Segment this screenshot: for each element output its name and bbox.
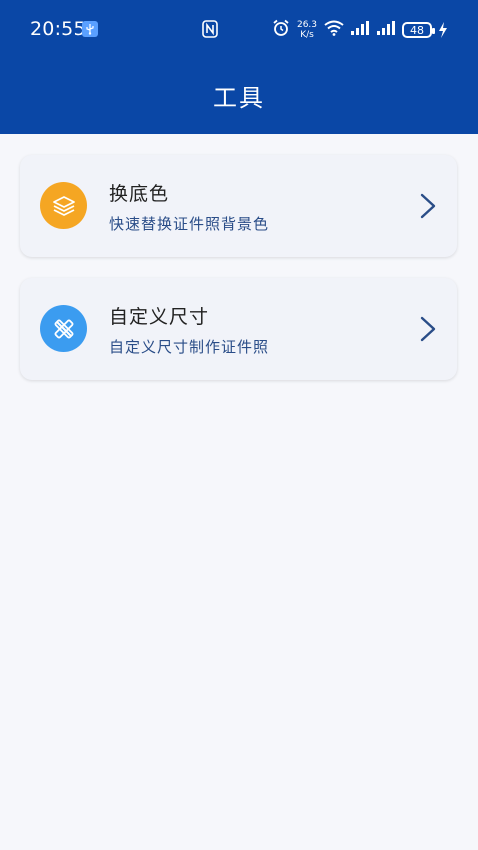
usb-icon — [82, 21, 98, 37]
tool-subtitle: 自定义尺寸制作证件照 — [109, 338, 270, 356]
network-speed: 26.3 K/s — [296, 20, 318, 40]
page-title: 工具 — [213, 84, 265, 112]
wifi-icon — [324, 20, 344, 40]
signal-icon-sim2 — [376, 20, 396, 40]
app-header: 20:55 26.3 K/s 48 工具 — [0, 0, 478, 134]
battery-indicator: 48 — [402, 22, 435, 38]
tool-card-change-background[interactable]: 换底色 快速替换证件照背景色 — [20, 155, 457, 257]
alarm-icon — [272, 19, 290, 41]
chevron-right-icon — [419, 193, 437, 219]
network-speed-unit: K/s — [300, 30, 314, 40]
status-time: 20:55 — [30, 18, 86, 40]
tool-card-custom-size[interactable]: 自定义尺寸 自定义尺寸制作证件照 — [20, 278, 457, 380]
ruler-pencil-icon — [40, 305, 87, 352]
tool-title: 换底色 — [109, 183, 170, 205]
signal-icon-sim1 — [350, 20, 370, 40]
nfc-icon — [202, 20, 218, 38]
chevron-right-icon — [419, 316, 437, 342]
network-speed-value: 26.3 — [296, 20, 318, 30]
tool-subtitle: 快速替换证件照背景色 — [109, 215, 270, 233]
tool-title: 自定义尺寸 — [109, 306, 210, 328]
status-icons: 26.3 K/s 48 — [272, 16, 448, 44]
layers-icon — [40, 182, 87, 229]
status-bar: 20:55 26.3 K/s 48 — [0, 14, 478, 46]
charging-icon — [438, 22, 448, 38]
battery-level: 48 — [410, 23, 424, 37]
